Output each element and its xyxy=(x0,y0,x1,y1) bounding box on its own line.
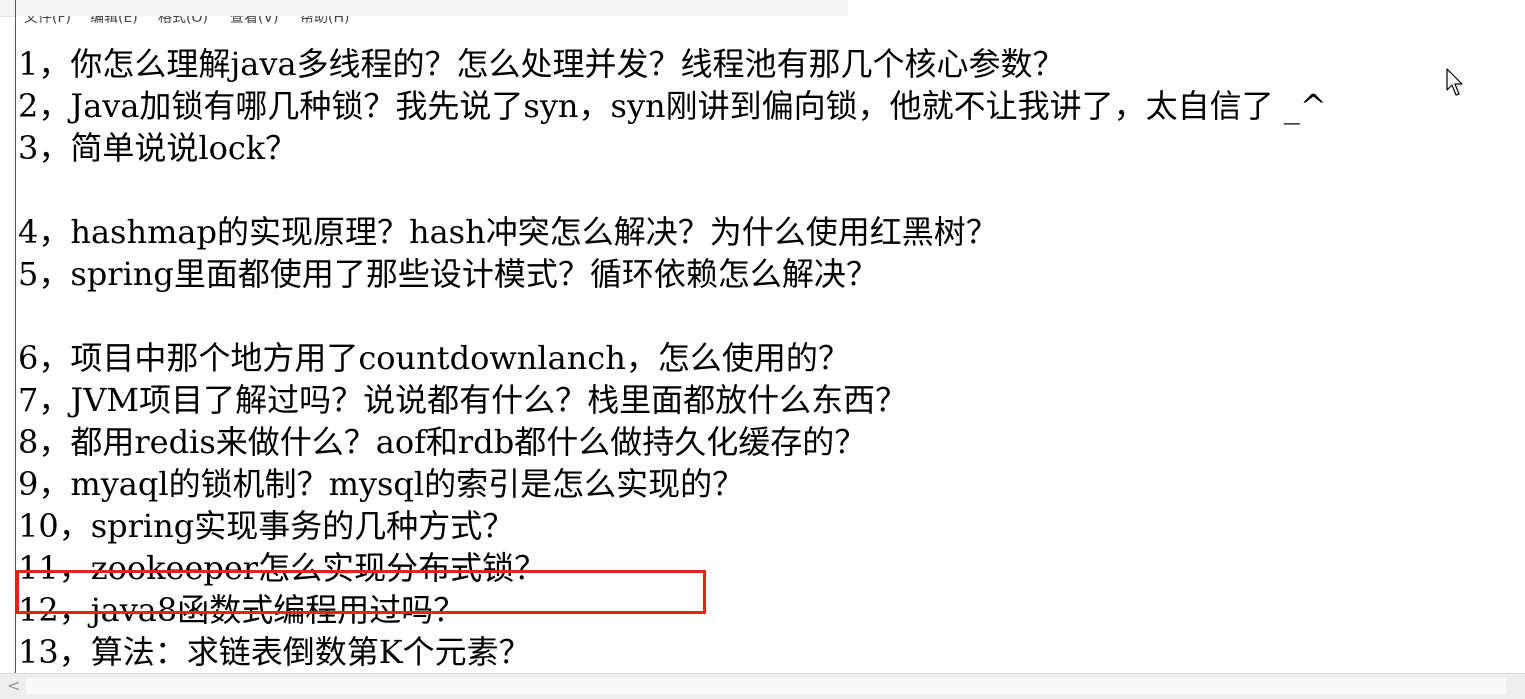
text-editor-area[interactable]: 1，你怎么理解java多线程的？怎么处理并发？线程池有那几个核心参数？ 2，Ja… xyxy=(16,40,1525,673)
menu-edit[interactable]: 编辑(E) xyxy=(90,16,138,27)
horizontal-scrollbar[interactable]: < xyxy=(0,673,1525,699)
text-line-9: 7，JVM项目了解过吗？说说都有什么？栈里面都放什么东西？ xyxy=(18,381,908,419)
menu-help[interactable]: 帮助(H) xyxy=(300,16,349,27)
text-line-3: 3，简单说说lock？ xyxy=(18,129,298,167)
text-line-15: 13，算法：求链表倒数第K个元素？ xyxy=(18,633,531,671)
chevron-left-icon[interactable]: < xyxy=(7,676,20,695)
menu-bar: 文件(F) 编辑(E) 格式(O) 查看(V) 帮助(H) xyxy=(16,16,1525,41)
highlight-box xyxy=(16,570,706,614)
mouse-cursor-icon xyxy=(1446,68,1463,96)
text-line-12: 10，spring实现事务的几种方式？ xyxy=(18,507,515,545)
text-line-10: 8，都用redis来做什么？aof和rdb都什么做持久化缓存的？ xyxy=(18,423,867,461)
text-line-5: 4，hashmap的实现原理？hash冲突怎么解决？为什么使用红黑树？ xyxy=(18,213,998,251)
title-bar xyxy=(0,0,848,17)
text-line-8: 6，项目中那个地方用了countdownlanch，怎么使用的？ xyxy=(18,339,850,377)
scrollbar-thumb[interactable] xyxy=(26,678,1506,694)
text-line-6: 5，spring里面都使用了那些设计模式？循环依赖怎么解决？ xyxy=(18,255,878,293)
menu-format[interactable]: 格式(O) xyxy=(158,16,208,27)
menu-file[interactable]: 文件(F) xyxy=(24,16,71,27)
text-line-11: 9，myaql的锁机制？mysql的索引是怎么实现的？ xyxy=(18,465,745,503)
notepad-window: 文件(F) 编辑(E) 格式(O) 查看(V) 帮助(H) 1，你怎么理解jav… xyxy=(0,0,1525,699)
text-line-1: 1，你怎么理解java多线程的？怎么处理并发？线程池有那几个核心参数？ xyxy=(18,45,1065,83)
text-line-2: 2，Java加锁有哪几种锁？我先说了syn，syn刚讲到偏向锁，他就不让我讲了，… xyxy=(18,87,1327,125)
menu-view[interactable]: 查看(V) xyxy=(230,16,279,27)
